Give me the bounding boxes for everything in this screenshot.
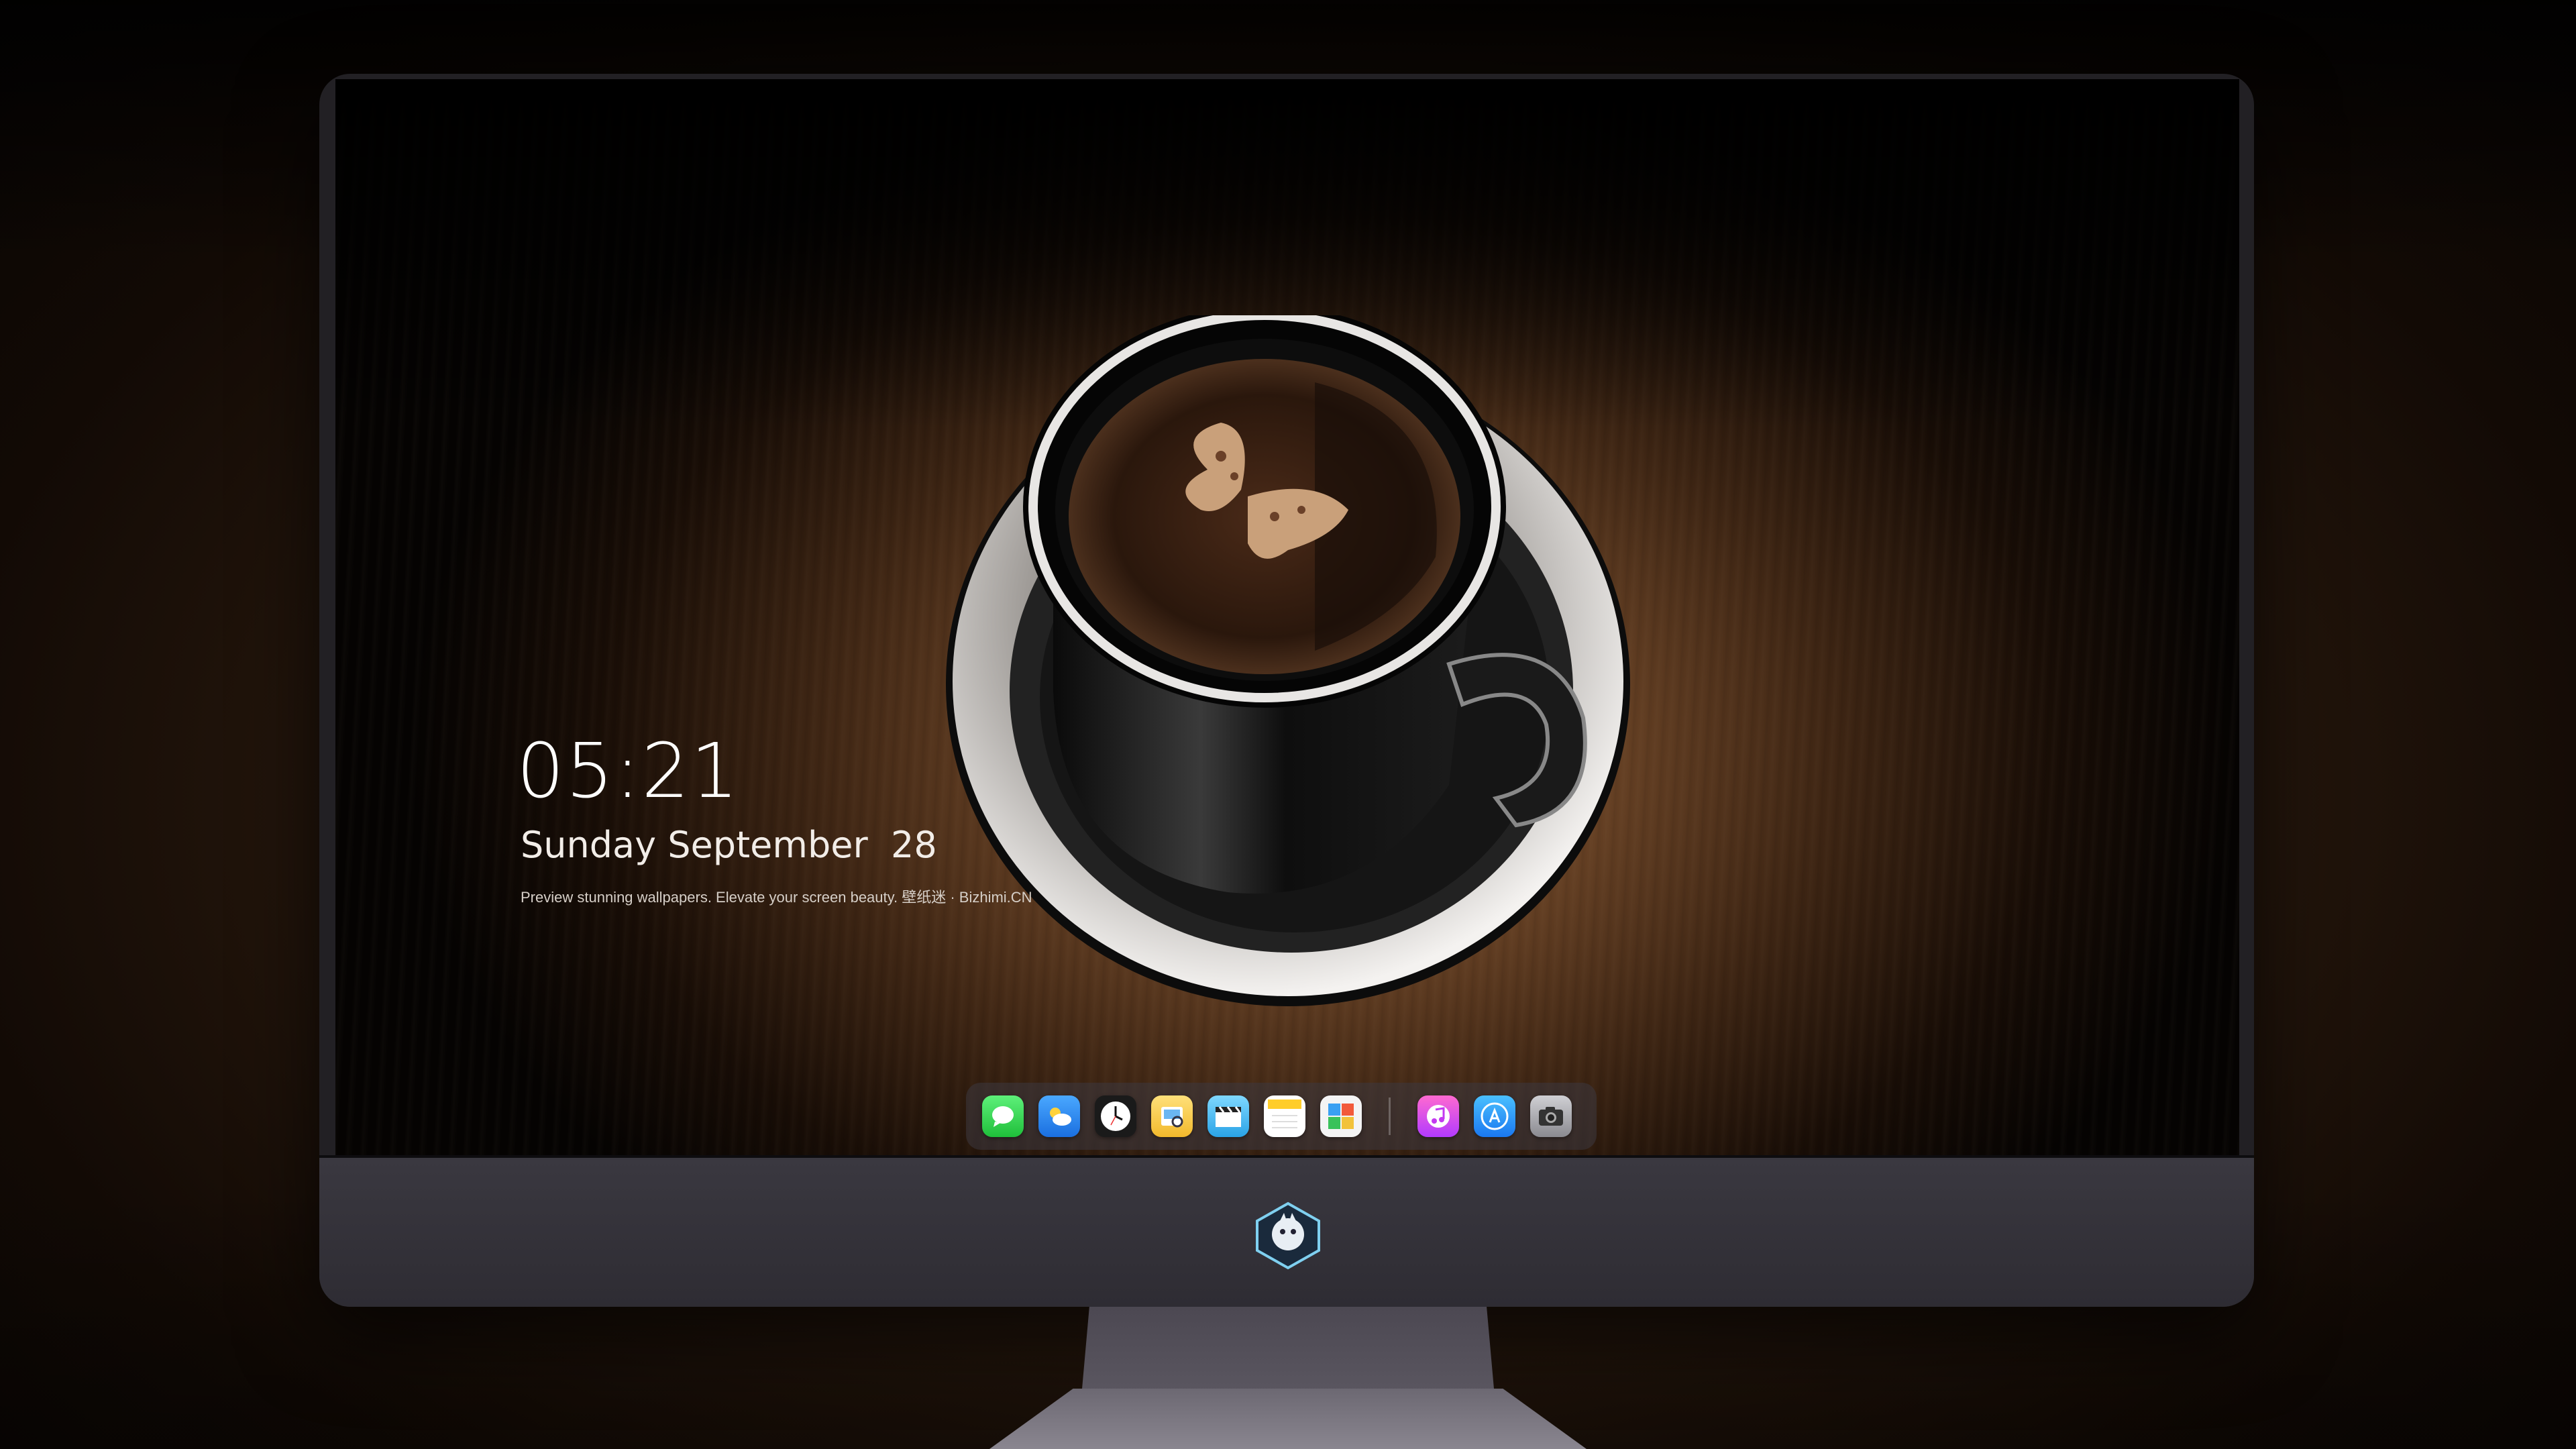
dock-separator xyxy=(1389,1097,1391,1135)
app-store-icon[interactable] xyxy=(1474,1095,1515,1137)
lock-clock: 05:21 xyxy=(517,728,740,815)
photos-icon[interactable] xyxy=(1320,1095,1362,1137)
lock-date: Sunday September 28 xyxy=(521,824,937,866)
clock-icon[interactable] xyxy=(1095,1095,1136,1137)
clapperboard-icon[interactable] xyxy=(1208,1095,1249,1137)
messages-icon[interactable] xyxy=(982,1095,1024,1137)
music-icon[interactable] xyxy=(1417,1095,1459,1137)
weather-icon[interactable] xyxy=(1038,1095,1080,1137)
monitor-stand-base xyxy=(989,1389,1587,1449)
coffee-cup-wallpaper xyxy=(946,315,1630,1006)
wallpaper-tagline: Preview stunning wallpapers. Elevate you… xyxy=(521,889,1032,906)
camera-icon[interactable] xyxy=(1530,1095,1572,1137)
dock xyxy=(966,1083,1597,1150)
preview-icon[interactable] xyxy=(1151,1095,1193,1137)
mascot-logo-icon xyxy=(1256,1201,1320,1270)
notes-icon[interactable] xyxy=(1264,1095,1305,1137)
